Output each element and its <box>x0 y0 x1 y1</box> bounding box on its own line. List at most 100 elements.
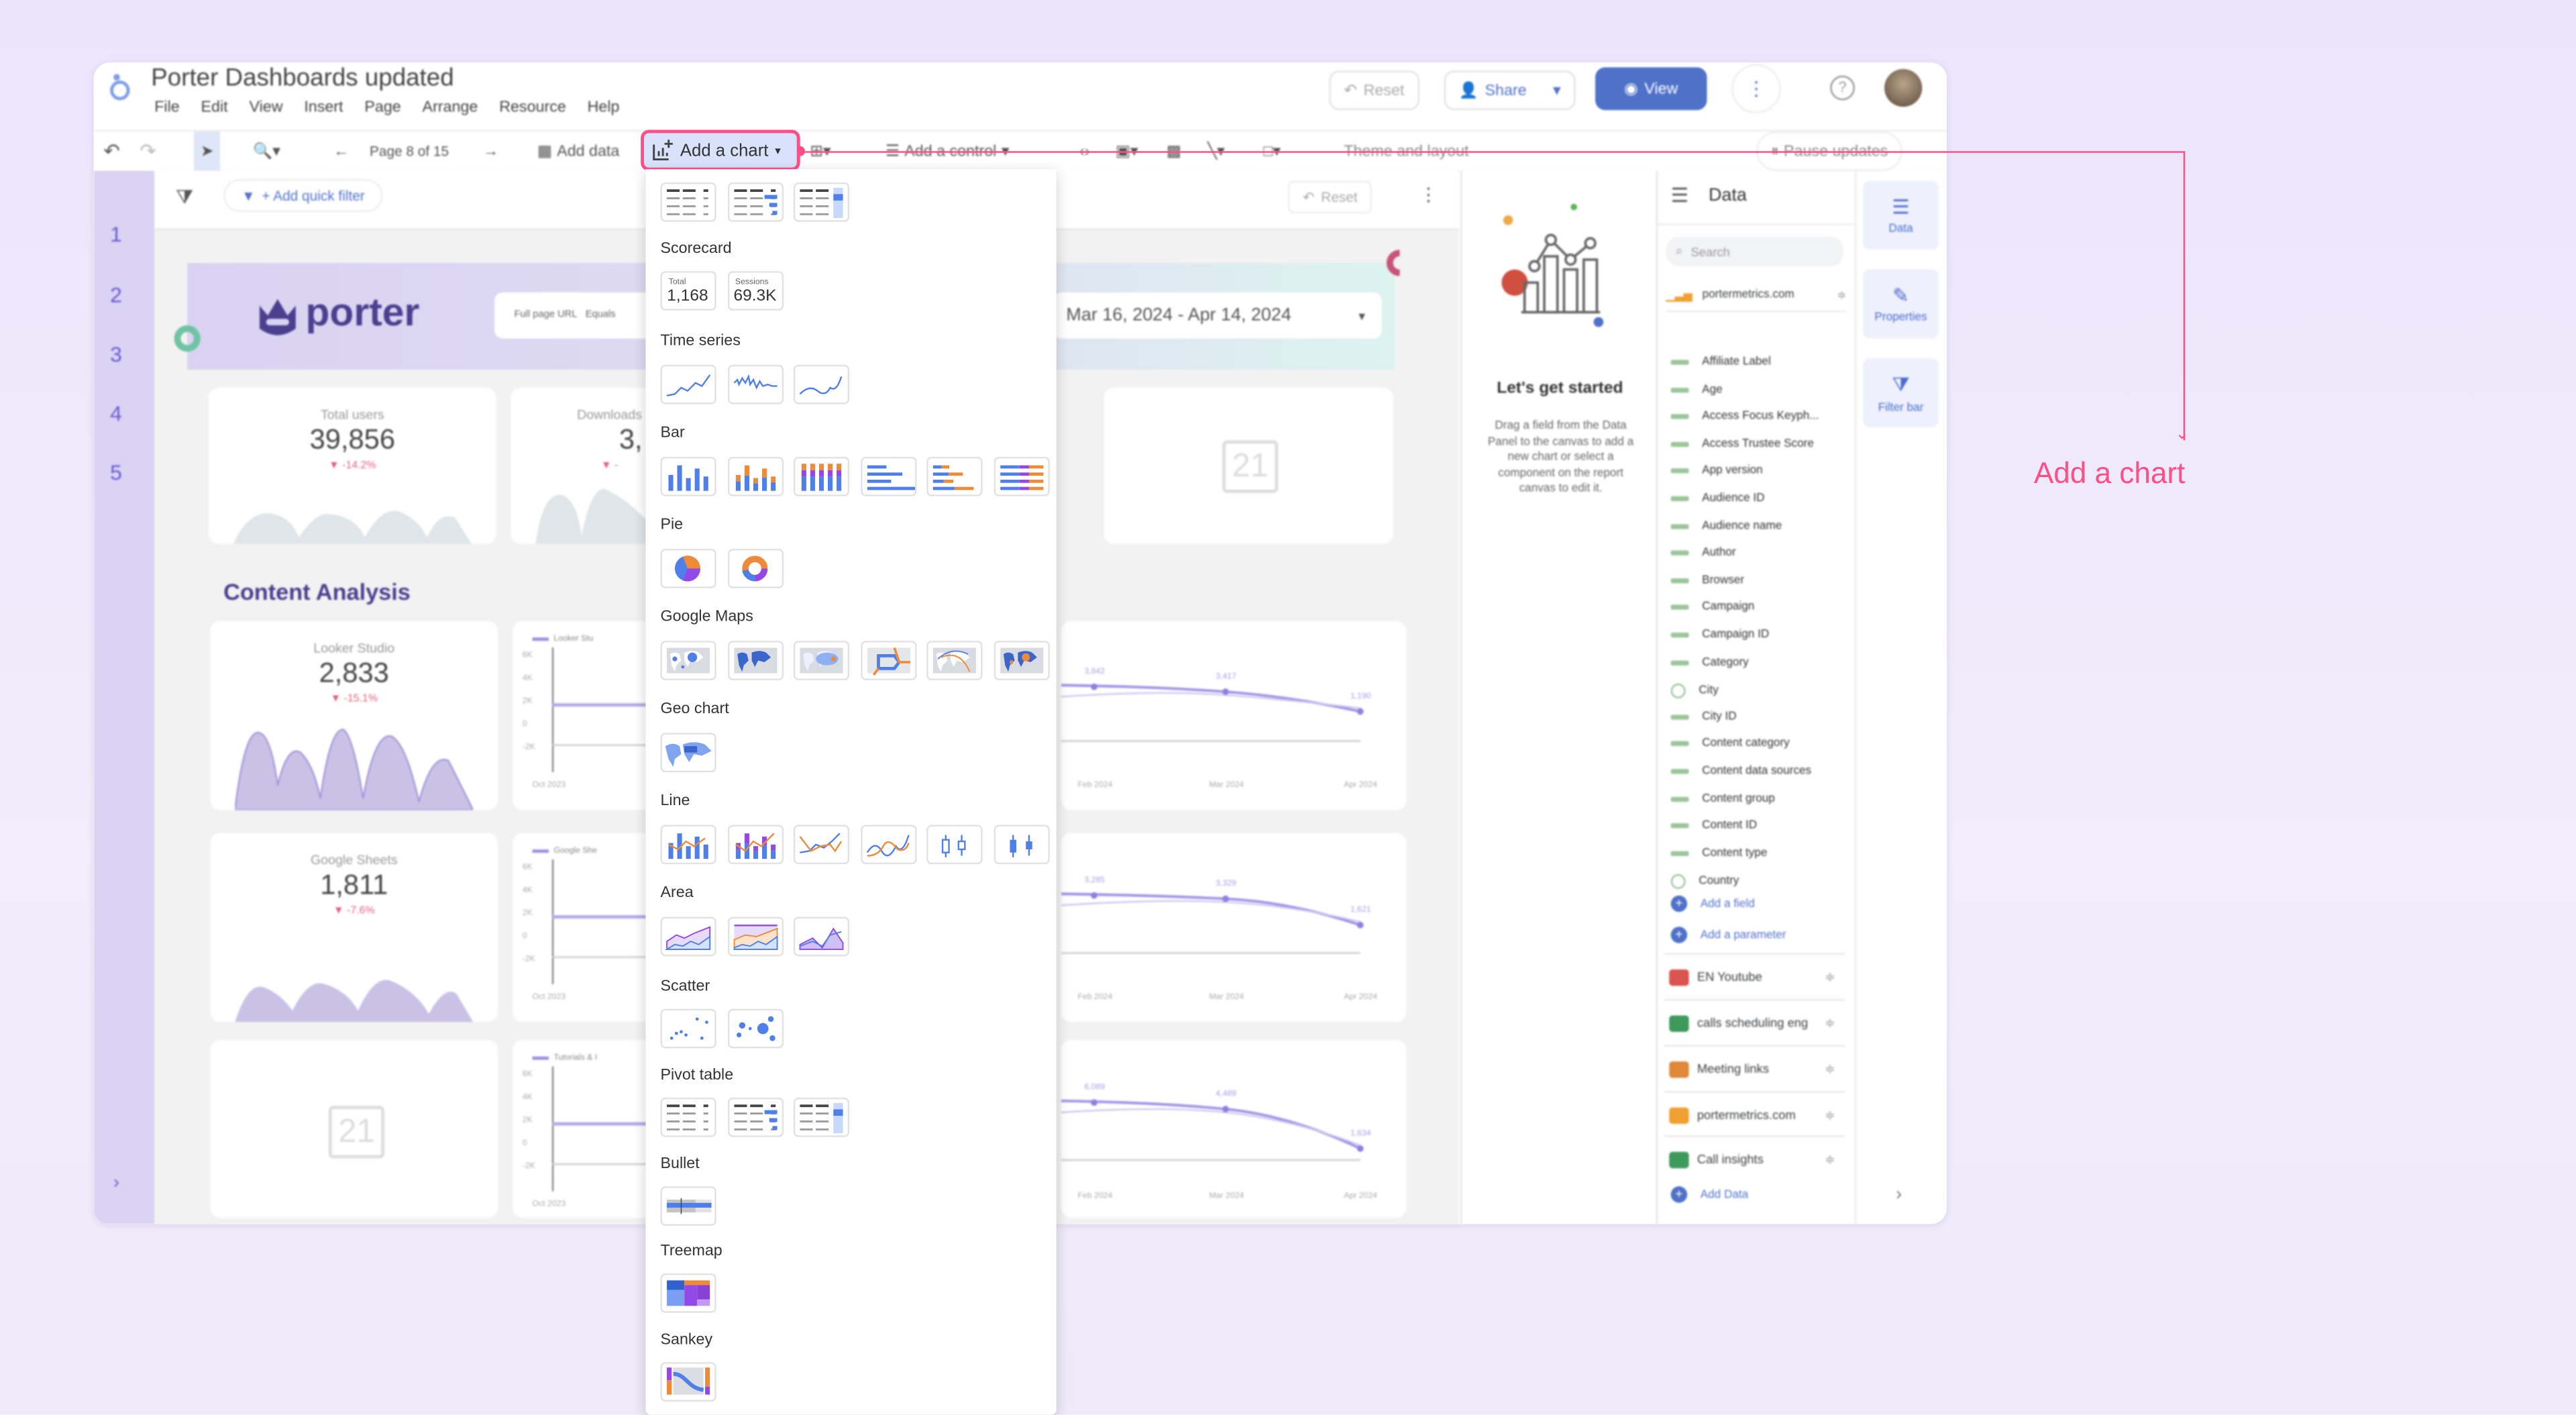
field-item[interactable]: City <box>1670 684 1719 699</box>
date-range-control[interactable]: Mar 16, 2024 - Apr 14, 2024 ▾ <box>1053 292 1382 339</box>
field-item[interactable]: Content category <box>1670 739 1790 750</box>
chart-type-100-area[interactable] <box>793 916 850 957</box>
chart-type-time-series[interactable] <box>660 364 716 405</box>
chart-type-bubble[interactable] <box>727 1008 783 1049</box>
menu-view[interactable]: View <box>249 99 282 117</box>
canvas-reset-button[interactable]: ↶ Reset <box>1288 180 1373 214</box>
chart-type-pivot-bars[interactable] <box>727 1097 783 1137</box>
data-source-item[interactable]: Meeting links ≑ <box>1664 1045 1845 1092</box>
chart-type-table[interactable] <box>660 182 716 222</box>
zoom-icon[interactable]: 🔍▾ <box>253 132 280 171</box>
chart-type-table-heatmap[interactable] <box>793 182 850 222</box>
chart-type-pivot-heatmap[interactable] <box>793 1097 850 1137</box>
chart-type-combo[interactable] <box>660 825 716 865</box>
chart-type-bullet[interactable] <box>660 1186 716 1226</box>
side-tab-properties[interactable]: ✎ Properties <box>1863 269 1939 339</box>
filter-icon[interactable]: ⧩ <box>176 186 193 211</box>
chart-type-line[interactable] <box>793 825 850 865</box>
side-tab-filter-bar[interactable]: ⧩ Filter bar <box>1863 358 1939 427</box>
reset-button[interactable]: ↶ Reset <box>1329 70 1419 111</box>
chart-type-arc-map[interactable] <box>926 641 983 680</box>
chart-type-100-stacked-column[interactable] <box>793 456 850 496</box>
share-button[interactable]: 👤 Share ▾ <box>1444 70 1576 111</box>
add-data-button[interactable]: ▦ Add data <box>537 132 620 171</box>
avatar[interactable] <box>1884 68 1923 107</box>
chart-type-geo-chart[interactable] <box>660 733 716 773</box>
chart-type-scatter[interactable] <box>660 1008 716 1049</box>
help-icon[interactable]: ? <box>1830 75 1855 101</box>
field-item[interactable]: Content type <box>1670 847 1767 859</box>
field-item[interactable]: Content group <box>1670 793 1775 804</box>
add-chart-button[interactable]: Add a chart ▾ <box>641 129 800 171</box>
more-options-icon[interactable]: ⋮ <box>1419 184 1438 205</box>
field-item[interactable]: Category <box>1670 657 1749 668</box>
field-item[interactable]: Campaign <box>1670 602 1754 613</box>
field-item[interactable]: Author <box>1670 547 1736 559</box>
expand-icon[interactable]: ≑ <box>1825 1015 1835 1030</box>
chart-type-smoothed-line[interactable] <box>860 825 916 865</box>
chart-type-column[interactable] <box>660 456 716 496</box>
chart-type-bubble-map[interactable] <box>660 641 716 680</box>
line-chart-right[interactable]: 3,285 Feb 2024 3,329 Mar 2024 1,621 Apr 2024 <box>1061 833 1407 1023</box>
field-item[interactable]: Campaign ID <box>1670 629 1769 641</box>
page-item-4[interactable]: 4 <box>110 401 122 426</box>
chart-type-candlestick[interactable] <box>993 825 1049 865</box>
field-item[interactable]: Country <box>1670 874 1739 890</box>
select-tool-icon[interactable]: ➤ <box>193 131 221 171</box>
menu-resource[interactable]: Resource <box>499 99 566 117</box>
chart-type-stacked-area[interactable] <box>727 916 783 957</box>
data-source-item[interactable]: calls scheduling eng ≑ <box>1664 998 1845 1045</box>
expand-icon[interactable]: ≑ <box>1825 1108 1835 1122</box>
add-data-button[interactable]: + Add Data <box>1670 1186 1748 1203</box>
menu-arrange[interactable]: Arrange <box>423 99 478 117</box>
expand-icon[interactable]: ≑ <box>1825 1152 1835 1167</box>
redo-icon[interactable]: ↷ <box>140 132 156 171</box>
chart-type-heatmap-map[interactable] <box>793 641 850 680</box>
chart-type-filled-map[interactable] <box>727 641 783 680</box>
field-item[interactable]: Access Trustee Score <box>1670 438 1814 450</box>
chart-type-candlestick-hollow[interactable] <box>926 825 983 865</box>
field-item[interactable]: App version <box>1670 466 1763 477</box>
scorecard-total-users[interactable]: Total users 39,856 ▼ -14.2% <box>209 387 496 544</box>
side-tab-data[interactable]: ☰ Data <box>1863 180 1939 250</box>
menu-page[interactable]: Page <box>364 99 400 117</box>
expand-pages-icon[interactable]: › <box>113 1173 119 1193</box>
next-page-icon[interactable]: → <box>483 132 498 171</box>
chart-type-line-map[interactable] <box>860 641 916 680</box>
chart-type-100-stacked-bar[interactable] <box>993 456 1049 496</box>
data-source-item[interactable]: EN Youtube ≑ <box>1664 953 1845 999</box>
menu-insert[interactable]: Insert <box>304 99 343 117</box>
add-field-button[interactable]: + Add a field <box>1670 895 1755 912</box>
chart-type-combo-map[interactable] <box>993 641 1049 680</box>
data-source-item[interactable]: Call insights ≑ <box>1664 1135 1845 1182</box>
chart-type-stacked-combo[interactable] <box>727 825 783 865</box>
chart-type-table-bars[interactable] <box>727 182 783 222</box>
previous-page-icon[interactable]: ← <box>333 132 349 171</box>
chart-type-smoothed-time-series[interactable] <box>793 364 850 405</box>
chart-type-sankey[interactable] <box>660 1362 716 1402</box>
chart-type-pie[interactable] <box>660 548 716 588</box>
field-item[interactable]: Content ID <box>1670 821 1757 832</box>
field-item[interactable]: Audience ID <box>1670 493 1765 505</box>
menu-edit[interactable]: Edit <box>201 99 228 117</box>
page-item-5[interactable]: 5 <box>110 460 122 485</box>
scorecard-row-2[interactable]: Google Sheets 1,811 ▼ -7.6% <box>210 833 498 1023</box>
field-item[interactable]: Browser <box>1670 575 1744 586</box>
more-options-icon[interactable]: ⋮ <box>1731 64 1781 113</box>
chart-type-bar[interactable] <box>860 456 916 496</box>
page-item-2[interactable]: 2 <box>110 282 122 307</box>
page-item-3[interactable]: 3 <box>110 342 122 366</box>
field-item[interactable]: Content data sources <box>1670 766 1811 777</box>
chart-placeholder[interactable]: 21 <box>1104 387 1393 544</box>
chart-type-scorecard-total[interactable]: Total 1,168 <box>660 271 716 311</box>
menu-file[interactable]: File <box>154 99 180 117</box>
field-item[interactable]: Audience name <box>1670 520 1782 531</box>
chart-type-donut[interactable] <box>727 548 783 588</box>
collapse-panel-icon[interactable]: › <box>1896 1185 1902 1204</box>
data-source-primary[interactable]: ▁▃▅ portermetrics.com ≑ <box>1666 279 1847 313</box>
scorecard-row-1[interactable]: Looker Studio 2,833 ▼ -15.1% <box>210 621 498 810</box>
report-title[interactable]: Porter Dashboards updated <box>151 64 453 93</box>
chart-type-stacked-bar[interactable] <box>926 456 983 496</box>
scorecard-row-3[interactable]: 21 <box>210 1040 498 1218</box>
expand-icon[interactable]: ≑ <box>1837 289 1846 301</box>
